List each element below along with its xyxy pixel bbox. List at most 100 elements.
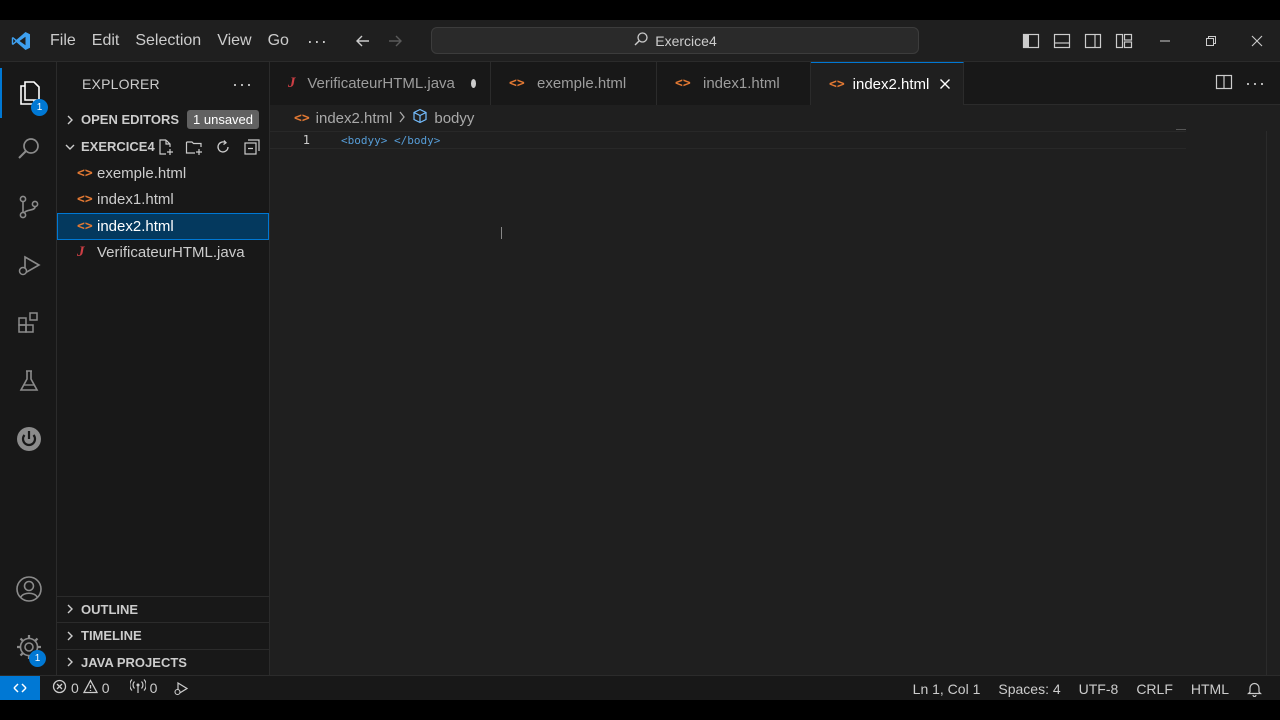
- breadcrumb-file[interactable]: index2.html: [316, 110, 393, 127]
- new-folder-icon[interactable]: [183, 136, 205, 158]
- menu-file[interactable]: File: [42, 27, 84, 55]
- java-file-icon: J: [288, 75, 296, 91]
- file-name: index2.html: [97, 217, 174, 235]
- accounts-icon[interactable]: [0, 564, 57, 614]
- menu-view[interactable]: View: [209, 27, 259, 55]
- search-view-icon[interactable]: [0, 124, 57, 174]
- menu-selection[interactable]: Selection: [127, 27, 209, 55]
- tab-index2-html[interactable]: <> index2.html: [811, 62, 964, 105]
- toggle-primary-sidebar-icon[interactable]: [1020, 30, 1042, 52]
- sidebar-bottom-sections: OUTLINE TIMELINE JAVA PROJECTS: [57, 595, 269, 676]
- unsaved-dot-icon[interactable]: [470, 79, 476, 88]
- extensions-icon[interactable]: [0, 298, 57, 348]
- folder-label: EXERCICE4: [81, 139, 155, 154]
- vertical-scrollbar[interactable]: [1266, 131, 1280, 675]
- minimap-indicator: [1176, 129, 1186, 130]
- run-debug-status-icon[interactable]: [167, 676, 195, 701]
- restore-icon[interactable]: [1188, 20, 1234, 62]
- end-of-line[interactable]: CRLF: [1127, 676, 1182, 701]
- mouse-ibeam-cursor: [501, 227, 502, 239]
- problems-status[interactable]: 0 0: [46, 676, 116, 701]
- new-file-icon[interactable]: [154, 136, 176, 158]
- html-file-icon: <>: [77, 165, 93, 181]
- explorer-icon[interactable]: 1: [0, 68, 57, 118]
- source-control-icon[interactable]: [0, 182, 57, 232]
- encoding[interactable]: UTF-8: [1070, 676, 1128, 701]
- explorer-badge: 1: [31, 99, 48, 116]
- tab-label: VerificateurHTML.java: [307, 75, 455, 92]
- file-item-verificateurhtml-java[interactable]: J VerificateurHTML.java: [57, 240, 269, 267]
- java-projects-section[interactable]: JAVA PROJECTS: [57, 648, 269, 676]
- explorer-header: EXPLORER ···: [57, 62, 269, 106]
- close-tab-icon[interactable]: [939, 76, 951, 92]
- cursor-position[interactable]: Ln 1, Col 1: [904, 676, 990, 701]
- settings-gear-icon[interactable]: 1: [0, 622, 57, 672]
- activity-bar: 1 1: [0, 62, 57, 675]
- outline-section[interactable]: OUTLINE: [57, 595, 269, 623]
- error-icon: [52, 679, 67, 697]
- html-file-icon: <>: [509, 76, 525, 91]
- minimize-icon[interactable]: [1142, 20, 1188, 62]
- code-close-tag: </body>: [393, 133, 441, 147]
- file-item-index1-html[interactable]: <> index1.html: [57, 187, 269, 214]
- command-center-label: Exercice4: [655, 32, 717, 49]
- ports-status[interactable]: 0: [124, 676, 164, 701]
- explorer-sidebar: EXPLORER ··· OPEN EDITORS 1 unsaved EXER…: [57, 62, 270, 675]
- code-text[interactable]: <bodyy> </body>: [341, 134, 440, 147]
- warning-icon: [82, 679, 98, 697]
- file-item-exemple-html[interactable]: <> exemple.html: [57, 160, 269, 187]
- command-center-search[interactable]: Exercice4: [431, 27, 919, 54]
- close-window-icon[interactable]: [1234, 20, 1280, 62]
- spring-boot-icon[interactable]: [0, 414, 57, 464]
- refresh-icon[interactable]: [212, 136, 234, 158]
- tab-exemple-html[interactable]: <> exemple.html: [491, 62, 657, 105]
- customize-layout-icon[interactable]: [1113, 30, 1135, 52]
- unsaved-badge: 1 unsaved: [187, 110, 260, 129]
- split-editor-icon[interactable]: [1215, 73, 1233, 94]
- navigation-arrows: [352, 30, 406, 52]
- status-bar: 0 0 0 Ln 1, Col 1 Spaces: 4 UTF-8 CRLF H…: [0, 675, 1280, 701]
- tab-label: exemple.html: [537, 75, 627, 92]
- tab-verificateurhtml-java[interactable]: J VerificateurHTML.java: [270, 62, 491, 105]
- file-name: VerificateurHTML.java: [97, 244, 245, 262]
- outline-label: OUTLINE: [81, 601, 139, 617]
- file-name: index1.html: [97, 191, 174, 209]
- editor-area[interactable]: <> index2.html bodyy 1 <bodyy> </body>: [270, 105, 1280, 675]
- testing-icon[interactable]: [0, 356, 57, 406]
- chevron-right-icon: [63, 655, 77, 669]
- notifications-bell-icon[interactable]: [1238, 676, 1280, 701]
- chevron-right-icon: [63, 113, 77, 127]
- open-editors-label: OPEN EDITORS: [81, 112, 180, 127]
- folder-section-exercice4[interactable]: EXERCICE4: [57, 133, 269, 160]
- explorer-more-button[interactable]: ···: [232, 74, 253, 95]
- tab-index1-html[interactable]: <> index1.html: [657, 62, 811, 105]
- breadcrumb-symbol[interactable]: bodyy: [434, 110, 474, 127]
- html-file-icon: <>: [829, 76, 845, 92]
- language-mode[interactable]: HTML: [1182, 676, 1238, 701]
- menu-edit[interactable]: Edit: [84, 27, 128, 55]
- menu-more-button[interactable]: ···: [297, 27, 338, 55]
- toggle-secondary-sidebar-icon[interactable]: [1082, 30, 1104, 52]
- indentation[interactable]: Spaces: 4: [989, 676, 1069, 701]
- forward-arrow-icon[interactable]: [384, 30, 406, 52]
- collapse-all-icon[interactable]: [241, 136, 263, 158]
- chevron-right-icon: [398, 110, 406, 127]
- open-editors-section[interactable]: OPEN EDITORS 1 unsaved: [57, 106, 269, 133]
- editor-more-actions-button[interactable]: ···: [1245, 73, 1266, 94]
- letterbox-bottom: [0, 700, 1280, 720]
- toggle-panel-icon[interactable]: [1051, 30, 1073, 52]
- html-file-icon: <>: [294, 110, 310, 126]
- run-and-debug-icon[interactable]: [0, 240, 57, 290]
- line-number: 1: [302, 133, 310, 147]
- chevron-right-icon: [63, 629, 77, 643]
- explorer-title: EXPLORER: [82, 76, 160, 92]
- remote-indicator-icon[interactable]: [0, 675, 40, 701]
- layout-controls: [1020, 20, 1135, 62]
- back-arrow-icon[interactable]: [352, 30, 374, 52]
- breadcrumb: <> index2.html bodyy: [270, 105, 1280, 131]
- file-item-index2-html[interactable]: <> index2.html: [57, 213, 269, 240]
- timeline-section[interactable]: TIMELINE: [57, 622, 269, 649]
- code-line-1[interactable]: 1 <bodyy> </body>: [270, 131, 1186, 149]
- error-count: 0: [71, 680, 79, 696]
- menu-go[interactable]: Go: [260, 27, 297, 55]
